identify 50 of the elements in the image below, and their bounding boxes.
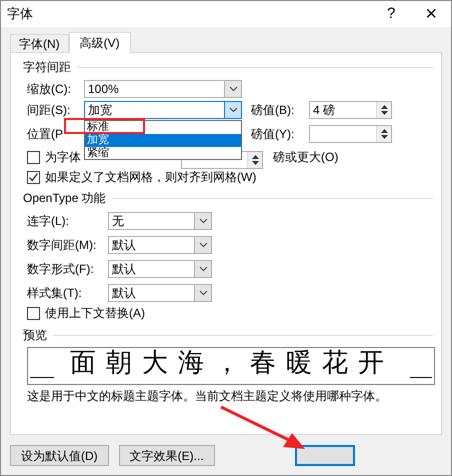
section-heading: 字符间距 — [23, 59, 71, 76]
spin-field[interactable]: 4 磅 — [309, 101, 392, 119]
preview-text: 面朝大海，春暖花开 — [70, 350, 394, 376]
dropdown-option[interactable]: 标准 — [85, 121, 241, 134]
spin-field[interactable] — [309, 125, 392, 143]
checkbox[interactable] — [27, 150, 40, 164]
spin-arrows-icon[interactable] — [247, 152, 262, 168]
window-title: 字体 — [7, 5, 33, 24]
dropdown-field[interactable]: 无 — [108, 212, 212, 230]
dropdown-field[interactable]: 100% — [84, 80, 242, 98]
field-label: 位置(P — [27, 126, 64, 143]
dropdown-field[interactable]: 默认 — [108, 284, 212, 302]
section-heading: 预览 — [23, 327, 47, 344]
dropdown-field[interactable]: 默认 — [108, 236, 212, 254]
preview-description: 这是用于中文的标题主题字体。当前文档主题定义将使用哪种字体。 — [27, 388, 388, 405]
dialog-button[interactable]: 设为默认值(D) — [10, 445, 109, 466]
checkbox[interactable] — [27, 306, 40, 320]
field-label: 磅值(B): — [251, 102, 296, 119]
tab[interactable]: 字体(N) — [10, 34, 69, 52]
dropdown-value: 加宽 — [87, 104, 113, 116]
spin-arrows-icon[interactable] — [376, 102, 391, 118]
field-label: 连字(L): — [27, 213, 70, 230]
dropdown-field[interactable]: 加宽 — [84, 101, 242, 119]
dropdown-field[interactable]: 默认 — [108, 260, 212, 278]
dialog-button[interactable]: 文字效果(E)... — [118, 445, 215, 466]
checkbox[interactable] — [27, 170, 40, 184]
field-label: 磅或更大(O) — [273, 149, 338, 166]
field-label: 样式集(T): — [27, 285, 83, 302]
dropdown-value: 无 — [111, 215, 125, 227]
dropdown-value: 默认 — [111, 239, 137, 251]
help-button[interactable]: ? — [386, 2, 396, 26]
section-heading: OpenType 功能 — [23, 190, 106, 207]
default-button[interactable] — [294, 445, 355, 466]
field-label: 缩放(C): — [27, 81, 72, 98]
field-label: 磅值(Y): — [251, 126, 296, 143]
dropdown-value: 100% — [87, 83, 120, 95]
field-label: 数字形式(F): — [27, 261, 95, 278]
field-label: 间距(S): — [27, 102, 72, 119]
field-label: 数字间距(M): — [27, 237, 98, 254]
checkbox-label: 使用上下文替换(A) — [45, 305, 145, 322]
dropdown-option[interactable]: 加宽 — [85, 134, 241, 147]
close-button[interactable]: × — [425, 4, 437, 24]
dropdown-value: 默认 — [111, 287, 137, 299]
checkbox-label: 为字体 — [45, 149, 81, 166]
tab[interactable]: 高级(V) — [68, 32, 131, 53]
spin-arrows-icon[interactable] — [376, 126, 391, 142]
dropdown-value: 默认 — [111, 263, 137, 275]
dropdown-option[interactable]: 紧缩 — [85, 147, 241, 160]
spin-value: 4 磅 — [312, 104, 336, 116]
checkbox-label: 如果定义了文档网格，则对齐到网格(W) — [45, 169, 256, 186]
